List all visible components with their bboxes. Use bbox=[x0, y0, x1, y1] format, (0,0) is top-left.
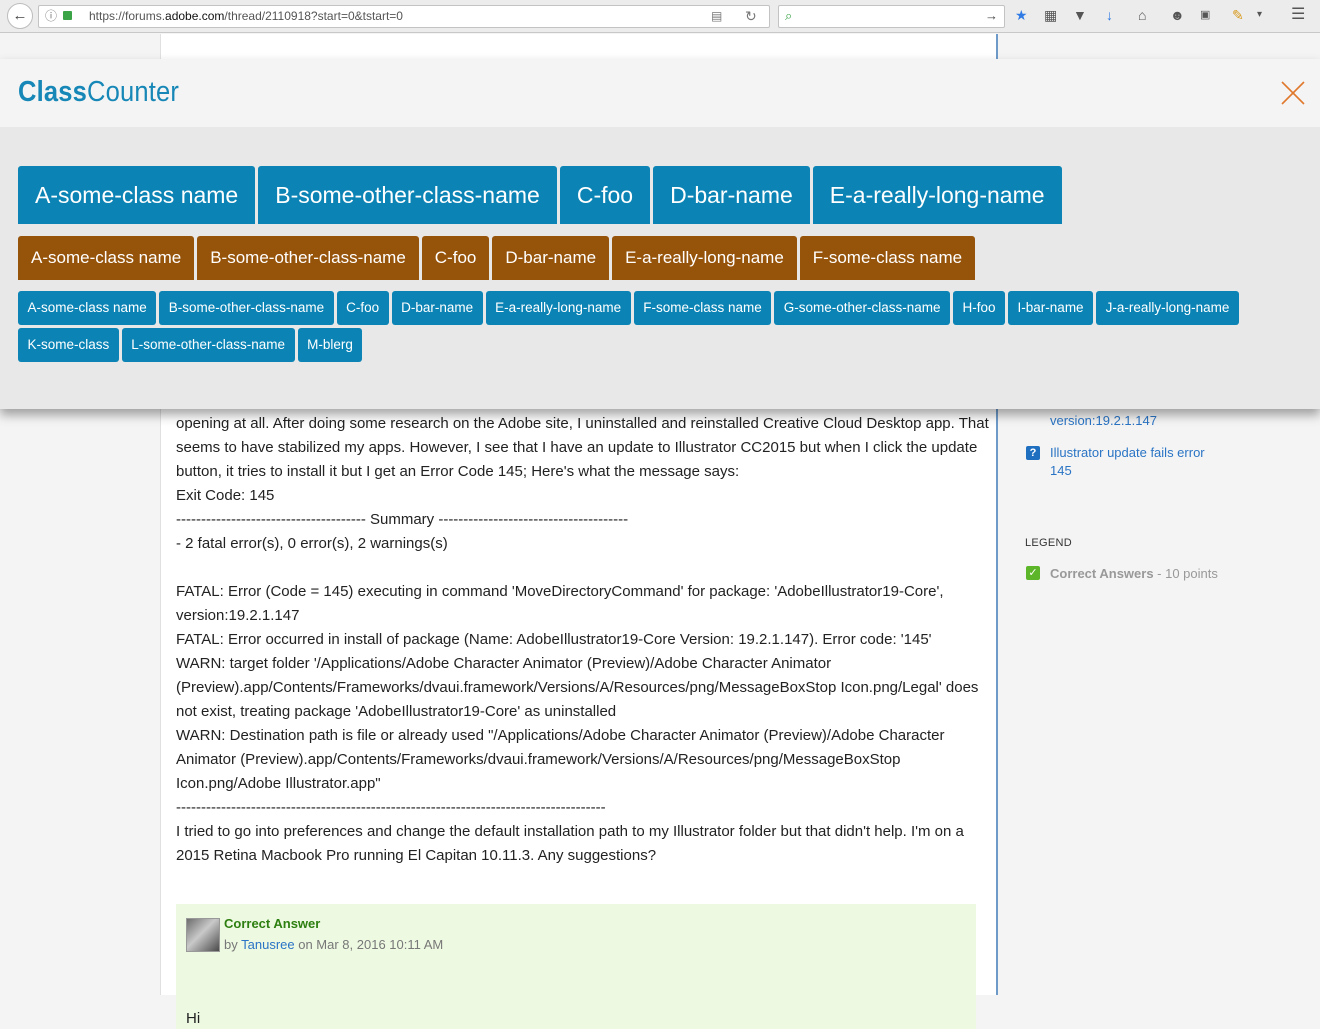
search-icon: ⌕ bbox=[785, 8, 793, 23]
post-line: Animator (Preview).app/Contents/Framewor… bbox=[176, 751, 901, 768]
post-line: FATAL: Error occurred in install of pack… bbox=[176, 631, 932, 648]
class-tag[interactable]: B-some-other-class-name bbox=[197, 236, 419, 280]
chevron-down-icon[interactable]: ▾ bbox=[1257, 6, 1262, 24]
post-line: ----------------------------------------… bbox=[176, 799, 606, 816]
search-bar[interactable]: ⌕ → bbox=[778, 5, 1005, 28]
emoji-icon[interactable]: ☻ bbox=[1170, 6, 1185, 24]
post-line: -------------------------------------- S… bbox=[176, 511, 629, 528]
post-line: not exist, treating package 'AdobeIllust… bbox=[176, 703, 617, 720]
pocket-icon[interactable]: ▼ bbox=[1073, 6, 1087, 24]
answer-meta: by Tanusree on Mar 8, 2016 10:11 AM bbox=[224, 937, 444, 952]
correct-answer-label: Correct Answer bbox=[224, 916, 321, 931]
reload-icon[interactable]: ↻ bbox=[745, 6, 757, 27]
class-tag[interactable]: C-foo bbox=[559, 166, 651, 224]
info-icon[interactable]: ⓘ bbox=[45, 6, 57, 27]
small-tag-row-1: A-some-class name B-some-other-class-name… bbox=[18, 291, 1242, 328]
question-icon: ? bbox=[1026, 446, 1040, 460]
related-thread-link[interactable]: Illustrator update fails error 145 bbox=[1050, 444, 1205, 480]
large-tag-row: A-some-class name B-some-other-class-name… bbox=[18, 166, 1065, 224]
post-line: 2015 Retina Macbook Pro running El Capit… bbox=[176, 847, 657, 864]
class-tag[interactable]: A-some-class name bbox=[18, 291, 157, 325]
class-tag[interactable]: C-foo bbox=[421, 236, 490, 280]
url-text: https://forums.adobe.com/thread/2110918?… bbox=[89, 9, 403, 23]
answer-text: Hi bbox=[186, 1010, 201, 1027]
avatar[interactable] bbox=[186, 918, 220, 952]
post-line: FATAL: Error (Code = 145) executing in c… bbox=[176, 583, 944, 600]
class-tag[interactable]: D-bar-name bbox=[653, 166, 810, 224]
post-line: Icon.png/Adobe Illustrator.app" bbox=[176, 775, 381, 792]
close-x-icon bbox=[1281, 81, 1305, 105]
class-tag[interactable]: E-a-really-long-name bbox=[812, 166, 1062, 224]
class-tag[interactable]: D-bar-name bbox=[492, 236, 610, 280]
class-tag[interactable]: E-a-really-long-name bbox=[485, 291, 631, 325]
class-tag[interactable]: K-some-class bbox=[18, 328, 119, 362]
sidebar-partial-link[interactable]: version:19.2.1.147 bbox=[1050, 412, 1157, 430]
reader-view-icon[interactable]: ▤ bbox=[711, 6, 722, 27]
post-line: seems to have stabilized my apps. Howeve… bbox=[176, 439, 978, 456]
correct-answer-box: Correct Answer by Tanusree on Mar 8, 201… bbox=[176, 904, 976, 1029]
post-line: opening at all. After doing some researc… bbox=[176, 415, 989, 432]
class-tag[interactable]: B-some-other-class-name bbox=[159, 291, 334, 325]
class-tag[interactable]: H-foo bbox=[953, 291, 1006, 325]
close-button[interactable] bbox=[1279, 79, 1307, 107]
browser-toolbar: ← ⓘ https://forums.adobe.com/thread/2110… bbox=[0, 0, 1320, 33]
class-tag[interactable]: F-some-class name bbox=[799, 236, 976, 280]
legend-title: LEGEND bbox=[1025, 537, 1073, 549]
class-tag[interactable]: L-some-other-class-name bbox=[121, 328, 295, 362]
go-arrow-icon[interactable]: → bbox=[985, 8, 998, 23]
pencil-icon[interactable]: ✎ bbox=[1232, 6, 1244, 24]
class-tag[interactable]: A-some-class name bbox=[18, 236, 195, 280]
author-link[interactable]: Tanusree bbox=[241, 937, 294, 952]
class-tag[interactable]: C-foo bbox=[336, 291, 389, 325]
arrow-left-icon: ← bbox=[12, 7, 28, 24]
post-line: button, it tries to install it but I get… bbox=[176, 463, 740, 480]
post-line: (Preview).app/Contents/Frameworks/dvaui.… bbox=[176, 679, 979, 696]
post-line bbox=[176, 556, 976, 580]
bookmark-star-icon[interactable]: ★ bbox=[1015, 6, 1028, 24]
url-bar[interactable]: ⓘ https://forums.adobe.com/thread/211091… bbox=[38, 5, 770, 28]
post-line: - 2 fatal error(s), 0 error(s), 2 warnin… bbox=[176, 535, 448, 552]
class-tag[interactable]: J-a-really-long-name bbox=[1096, 291, 1239, 325]
class-tag[interactable]: G-some-other-class-name bbox=[774, 291, 951, 325]
bookmarks-list-icon[interactable]: ▦ bbox=[1044, 6, 1057, 24]
classcounter-overlay: ClassCounter A-some-class name B-some-oth… bbox=[0, 59, 1320, 409]
class-tag[interactable]: A-some-class name bbox=[18, 166, 256, 224]
class-tag[interactable]: E-a-really-long-name bbox=[612, 236, 797, 280]
brand-logo: ClassCounter bbox=[18, 76, 180, 108]
small-tag-row-2: K-some-class L-some-other-class-name M-ble… bbox=[18, 328, 365, 365]
checkmark-icon: ✓ bbox=[1026, 566, 1040, 580]
home-icon[interactable]: ⌂ bbox=[1138, 6, 1146, 24]
legend-item: Correct Answers - 10 points bbox=[1050, 566, 1218, 581]
back-button[interactable]: ← bbox=[7, 3, 33, 29]
overlay-header: ClassCounter bbox=[0, 59, 1320, 127]
class-tag[interactable]: F-some-class name bbox=[633, 291, 772, 325]
extension-icon[interactable]: ▣ bbox=[1200, 6, 1210, 24]
medium-tag-row: A-some-class name B-some-other-class-name… bbox=[18, 236, 978, 280]
class-tag[interactable]: B-some-other-class-name bbox=[258, 166, 557, 224]
class-tag[interactable]: I-bar-name bbox=[1008, 291, 1094, 325]
post-line: version:19.2.1.147 bbox=[176, 607, 300, 624]
class-tag[interactable]: M-blerg bbox=[297, 328, 363, 362]
post-line: Exit Code: 145 bbox=[176, 487, 275, 504]
download-icon[interactable]: ↓ bbox=[1106, 6, 1113, 24]
post-line: WARN: Destination path is file or alread… bbox=[176, 727, 945, 744]
post-line: I tried to go into preferences and chang… bbox=[176, 823, 964, 840]
class-tag[interactable]: D-bar-name bbox=[391, 291, 483, 325]
post-body: opening at all. After doing some researc… bbox=[176, 412, 989, 868]
hamburger-menu-icon[interactable]: ☰ bbox=[1291, 6, 1305, 24]
lock-icon bbox=[63, 11, 72, 20]
post-line: WARN: target folder '/Applications/Adobe… bbox=[176, 655, 832, 672]
